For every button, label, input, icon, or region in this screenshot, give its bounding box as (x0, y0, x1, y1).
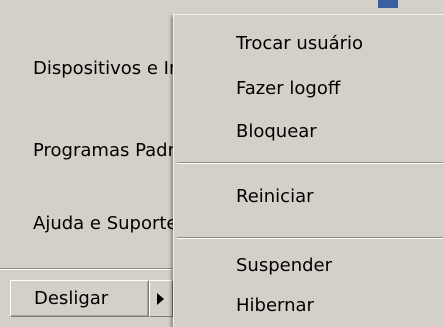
panel-divider (0, 268, 178, 270)
chevron-right-icon (157, 293, 164, 305)
window-edge (378, 0, 398, 8)
menu-item-log-off[interactable]: Fazer logoff (236, 78, 340, 99)
menu-item-hibernate[interactable]: Hibernar (236, 295, 314, 316)
menu-item-switch-user[interactable]: Trocar usuário (236, 33, 363, 54)
panel-item-help-support[interactable]: Ajuda e Suporte (33, 213, 173, 234)
shutdown-button[interactable]: Desligar (10, 280, 149, 317)
menu-item-sleep[interactable]: Suspender (236, 255, 332, 276)
menu-separator (177, 162, 443, 164)
panel-item-default-programs[interactable]: Programas Padrão (33, 140, 173, 161)
menu-item-lock[interactable]: Bloquear (236, 121, 317, 142)
shutdown-options-button[interactable] (149, 280, 173, 317)
menu-item-restart[interactable]: Reiniciar (236, 186, 314, 207)
panel-item-devices-printers[interactable]: Dispositivos e Impressoras (33, 58, 173, 79)
menu-separator (177, 237, 443, 239)
shutdown-options-menu: Trocar usuário Fazer logoff Bloquear Rei… (173, 14, 444, 327)
